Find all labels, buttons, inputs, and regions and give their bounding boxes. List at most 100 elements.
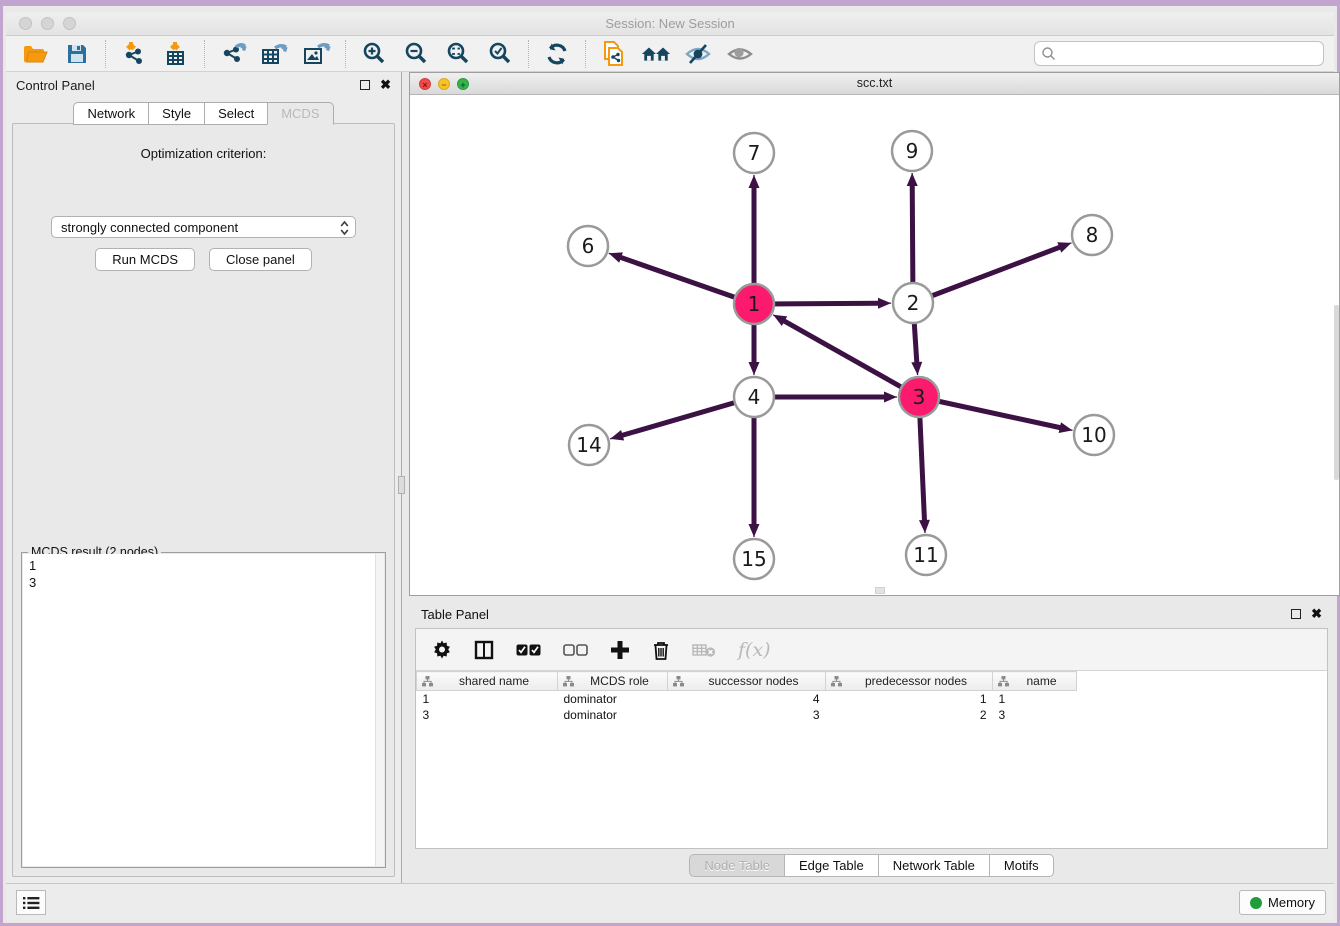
import-table-icon[interactable]: [161, 40, 191, 68]
column-header-successor-nodes[interactable]: successor nodes: [668, 672, 826, 691]
close-panel-icon[interactable]: ✖: [1311, 606, 1322, 622]
graph-node-label: 9: [906, 139, 919, 163]
table-panel: Table Panel ✖: [409, 602, 1334, 883]
edge-arrowhead: [749, 362, 760, 375]
search-input[interactable]: [1056, 46, 1323, 61]
status-bar: Memory: [6, 883, 1334, 920]
tab-network-table[interactable]: Network Table: [878, 854, 989, 877]
float-panel-icon[interactable]: [1291, 609, 1301, 619]
graph-edge-2-8[interactable]: [913, 247, 1061, 303]
network-graph[interactable]: 7968124314101511: [410, 95, 1339, 596]
edge-arrowhead: [919, 520, 930, 533]
result-scrollbar[interactable]: [375, 554, 384, 866]
split-columns-icon[interactable]: [474, 640, 494, 660]
mcds-result-text[interactable]: 1 3: [23, 554, 384, 866]
optimization-criterion-label: Optimization criterion:: [13, 146, 394, 161]
graph-edge-3-10[interactable]: [919, 397, 1062, 428]
column-header-MCDS-role[interactable]: MCDS role: [558, 672, 668, 691]
refresh-icon[interactable]: [542, 40, 572, 68]
home-icon[interactable]: [641, 40, 671, 68]
export-table-icon[interactable]: [260, 40, 290, 68]
run-mcds-button[interactable]: Run MCDS: [95, 248, 195, 271]
toolbar-separator: [528, 40, 529, 68]
control-panel-title: Control Panel: [16, 78, 95, 93]
delete-icon[interactable]: [652, 640, 670, 660]
column-header-name[interactable]: name: [993, 672, 1077, 691]
import-network-icon[interactable]: [119, 40, 149, 68]
delete-table-icon[interactable]: [692, 642, 716, 658]
search-field[interactable]: [1034, 41, 1324, 66]
float-panel-icon[interactable]: [360, 80, 370, 90]
zoom-in-icon[interactable]: [359, 40, 389, 68]
hide-panels-eye-icon[interactable]: [683, 40, 713, 68]
close-panel-button[interactable]: Close panel: [209, 248, 312, 271]
zoom-fit-icon[interactable]: [443, 40, 473, 68]
toolbar-separator: [204, 40, 205, 68]
close-panel-icon[interactable]: ✖: [380, 77, 391, 93]
table-cell[interactable]: 3: [993, 707, 1077, 723]
edge-arrowhead: [1057, 242, 1071, 252]
select-stepper-icon: [340, 220, 349, 236]
mcds-tab-content: Optimization criterion: strongly connect…: [12, 123, 395, 877]
tab-network[interactable]: Network: [73, 102, 148, 125]
optimization-criterion-select[interactable]: strongly connected component: [51, 216, 356, 238]
table-cell[interactable]: 3: [668, 707, 826, 723]
tab-edge-table[interactable]: Edge Table: [784, 854, 878, 877]
table-cell[interactable]: 1: [826, 691, 993, 707]
network-vscrollbar[interactable]: [1334, 305, 1339, 480]
export-network-icon[interactable]: [218, 40, 248, 68]
column-header-shared-name[interactable]: shared name: [417, 672, 558, 691]
task-history-button[interactable]: [16, 890, 46, 915]
hierarchy-icon: [831, 676, 842, 687]
graph-node-label: 11: [913, 543, 938, 567]
save-session-icon[interactable]: [62, 40, 92, 68]
table-row[interactable]: 1dominator411: [417, 691, 1077, 707]
graph-node-label: 6: [582, 234, 595, 258]
graph-edge-3-1[interactable]: [783, 320, 919, 397]
split-divider-grip[interactable]: [398, 476, 405, 494]
toolbar-separator: [345, 40, 346, 68]
gear-icon[interactable]: [432, 640, 452, 660]
edge-arrowhead: [1059, 422, 1073, 433]
tab-mcds[interactable]: MCDS: [267, 102, 333, 125]
table-cell[interactable]: 1: [993, 691, 1077, 707]
table-row[interactable]: 3dominator323: [417, 707, 1077, 723]
deselect-all-checkboxes-icon[interactable]: [563, 643, 588, 657]
table-cell[interactable]: 4: [668, 691, 826, 707]
table-cell[interactable]: 1: [417, 691, 558, 707]
tab-select[interactable]: Select: [204, 102, 267, 125]
export-image-icon[interactable]: [302, 40, 332, 68]
main-toolbar: [6, 36, 1334, 72]
list-icon: [23, 896, 40, 910]
graph-node-label: 7: [748, 141, 761, 165]
network-canvas[interactable]: 7968124314101511: [410, 95, 1339, 595]
tab-node-table[interactable]: Node Table: [689, 854, 784, 877]
graph-node-label: 2: [907, 291, 920, 315]
graph-edge-1-6[interactable]: [619, 257, 754, 304]
function-fx-icon[interactable]: f(x): [738, 639, 771, 661]
graph-node-label: 14: [576, 433, 601, 457]
tab-style[interactable]: Style: [148, 102, 204, 125]
open-session-icon[interactable]: [20, 40, 50, 68]
window-frame: Session: New Session: [0, 0, 1340, 926]
table-cell[interactable]: dominator: [558, 707, 668, 723]
column-header-label: shared name: [459, 674, 529, 688]
zoom-selected-icon[interactable]: [485, 40, 515, 68]
zoom-out-icon[interactable]: [401, 40, 431, 68]
select-all-checkboxes-icon[interactable]: [516, 643, 541, 657]
table-cell[interactable]: 3: [417, 707, 558, 723]
network-view-window: × − + scc.txt 7968124314101511: [409, 72, 1340, 596]
column-header-predecessor-nodes[interactable]: predecessor nodes: [826, 672, 993, 691]
add-column-icon[interactable]: [610, 640, 630, 660]
table-cell[interactable]: dominator: [558, 691, 668, 707]
edge-arrowhead: [911, 362, 922, 375]
network-window-titlebar[interactable]: × − + scc.txt: [410, 73, 1339, 95]
show-eye-icon[interactable]: [725, 40, 755, 68]
column-header-label: MCDS role: [590, 674, 649, 688]
table-cell[interactable]: 2: [826, 707, 993, 723]
tab-motifs[interactable]: Motifs: [989, 854, 1054, 877]
graph-node-label: 1: [748, 292, 761, 316]
duplicate-network-icon[interactable]: [599, 40, 629, 68]
memory-button[interactable]: Memory: [1239, 890, 1326, 915]
network-hscroll-nub[interactable]: [875, 587, 885, 594]
